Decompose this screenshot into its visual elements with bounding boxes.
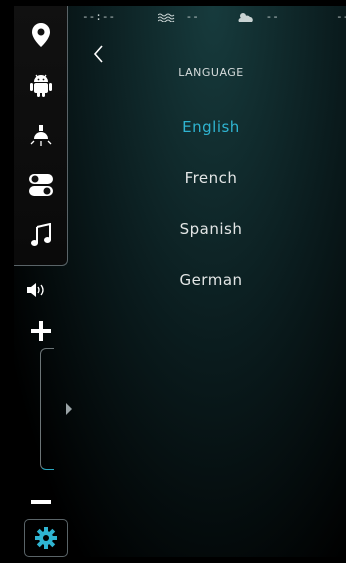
language-option-german[interactable]: German — [76, 271, 346, 322]
chevron-left-icon — [93, 45, 103, 63]
waves-icon — [157, 10, 183, 23]
location-pin-icon — [32, 23, 50, 47]
status-weather: -- — [236, 10, 279, 23]
light-bulb-icon — [30, 125, 52, 146]
speaker-icon — [26, 282, 46, 302]
expand-arrow-icon[interactable] — [66, 403, 72, 415]
location-button[interactable] — [14, 12, 68, 58]
status-bar: --:-- -- -- -- — [76, 6, 346, 28]
page-title: LANGUAGE — [178, 66, 244, 79]
settings-button[interactable] — [24, 519, 68, 557]
app-frame: --:-- -- -- -- — [0, 0, 346, 563]
android-icon — [30, 74, 52, 97]
android-button[interactable] — [14, 62, 68, 108]
language-list: English French Spanish German — [76, 118, 346, 322]
toggle-icon — [29, 174, 53, 196]
plus-icon — [31, 321, 51, 341]
music-note-icon — [31, 223, 51, 246]
status-sea-state: -- — [157, 10, 199, 23]
language-option-french[interactable]: French — [76, 169, 346, 220]
minus-icon — [31, 500, 51, 504]
music-button[interactable] — [14, 212, 68, 258]
gear-icon — [35, 527, 57, 549]
lights-button[interactable] — [14, 112, 68, 158]
left-rail — [14, 6, 72, 557]
volume-down-button[interactable] — [28, 490, 54, 504]
screen: --:-- -- -- -- — [14, 6, 346, 557]
back-button[interactable] — [90, 42, 110, 66]
language-option-spanish[interactable]: Spanish — [76, 220, 346, 271]
partly-cloudy-icon — [236, 10, 263, 23]
weather-value: -- — [265, 10, 279, 23]
sea-value: -- — [185, 10, 199, 23]
status-extra: -- — [336, 10, 346, 23]
toggles-button[interactable] — [14, 162, 68, 208]
rail-menu — [14, 6, 68, 266]
status-time: --:-- — [82, 10, 116, 23]
language-option-english[interactable]: English — [76, 118, 346, 169]
volume-slider[interactable] — [40, 348, 54, 470]
volume-up-button[interactable] — [27, 317, 55, 345]
